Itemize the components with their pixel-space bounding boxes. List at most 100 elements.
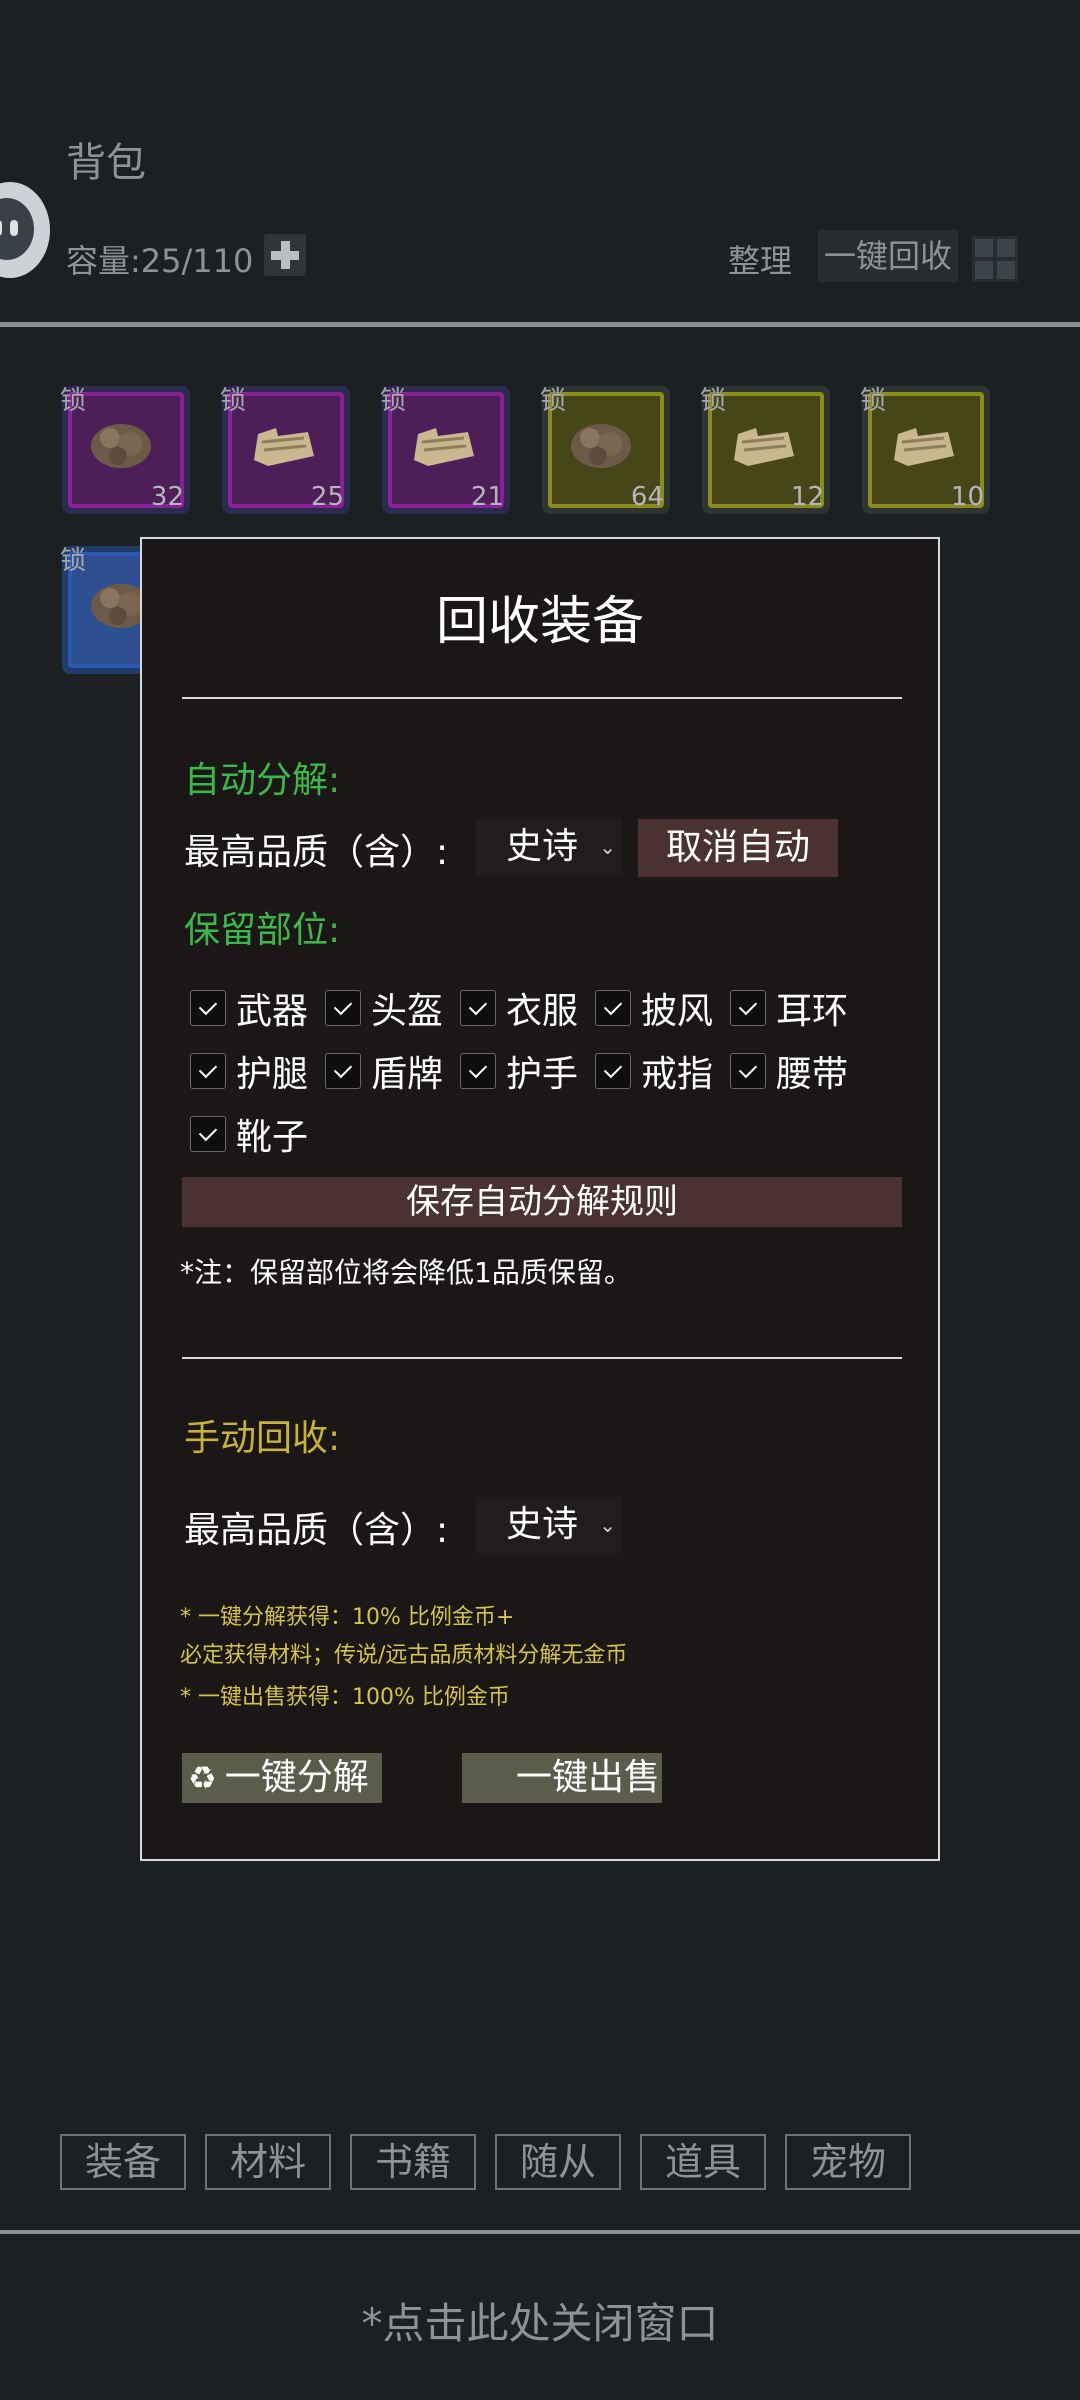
grid-view-icon[interactable] — [972, 236, 1018, 282]
item-count: 21 — [470, 482, 504, 512]
quality-label: 最高品质（含）: — [184, 1510, 449, 1551]
checkbox[interactable] — [325, 990, 361, 1026]
slot-checkbox[interactable]: 戒指 — [595, 1045, 713, 1097]
tab-followers[interactable]: 随从 — [495, 2134, 621, 2190]
check-icon — [738, 996, 758, 1016]
ore-icon — [91, 424, 151, 468]
manual-quality-value: 史诗 — [506, 1504, 579, 1545]
inventory-slot[interactable]: 锁 10 — [860, 386, 990, 514]
close-window-hint[interactable]: *点击此处关闭窗口 — [0, 2290, 1080, 2351]
sort-button[interactable]: 整理 — [728, 236, 792, 282]
divider — [0, 322, 1080, 327]
slot-label: 披风 — [641, 991, 714, 1032]
one-click-sell-button[interactable]: 一键出售 — [462, 1753, 662, 1803]
inventory-slot[interactable]: 锁 32 — [60, 386, 190, 514]
cancel-auto-button[interactable]: 取消自动 — [638, 819, 838, 877]
checkbox[interactable] — [595, 1053, 631, 1089]
check-icon — [468, 996, 488, 1016]
item-count: 10 — [950, 482, 984, 512]
recycle-equipment-dialog: 回收装备 自动分解: 最高品质（含）: 史诗 ⌄ 取消自动 保留部位: 武器 头… — [140, 537, 940, 1861]
slot-checkbox[interactable]: 靴子 — [190, 1108, 308, 1160]
slot-checkbox[interactable]: 耳环 — [730, 982, 848, 1034]
slot-checkbox[interactable]: 盾牌 — [325, 1045, 443, 1097]
inventory-slot[interactable]: 锁 25 — [220, 386, 350, 514]
chevron-down-icon: ⌄ — [599, 1513, 616, 1537]
inventory-slot[interactable]: 锁 64 — [540, 386, 670, 514]
slot-checkbox[interactable]: 衣服 — [460, 982, 578, 1034]
one-click-decompose-button[interactable]: ♻ 一键分解 — [182, 1753, 382, 1803]
lock-label[interactable]: 锁 — [540, 380, 566, 417]
check-icon — [468, 1059, 488, 1079]
one-click-recycle-button[interactable]: 一键回收 — [818, 230, 959, 282]
lock-label[interactable]: 锁 — [60, 380, 86, 417]
checkbox[interactable] — [460, 990, 496, 1026]
ore-icon — [571, 424, 631, 468]
checkbox[interactable] — [190, 990, 226, 1026]
checkbox[interactable] — [730, 990, 766, 1026]
info-text: * 一键出售获得：100% 比例金币 — [180, 1685, 510, 1710]
slot-label: 靴子 — [236, 1117, 309, 1158]
divider — [182, 1357, 902, 1359]
quality-label: 最高品质（含）: — [184, 832, 449, 873]
manual-recycle-heading: 手动回收: — [184, 1418, 341, 1459]
item-count: 32 — [150, 482, 184, 512]
slot-label: 耳环 — [776, 991, 849, 1032]
auto-quality-select[interactable]: 史诗 ⌄ — [476, 819, 622, 875]
item-count: 12 — [790, 482, 824, 512]
save-rules-button[interactable]: 保存自动分解规则 — [182, 1177, 902, 1227]
paper-icon — [254, 428, 314, 466]
checkbox[interactable] — [730, 1053, 766, 1089]
check-icon — [603, 1059, 623, 1079]
checkbox[interactable] — [190, 1116, 226, 1152]
slot-checkbox[interactable]: 披风 — [595, 982, 713, 1034]
decompose-label: 一键分解 — [224, 1757, 369, 1798]
slot-label: 衣服 — [506, 991, 579, 1032]
check-icon — [198, 1122, 218, 1142]
tab-books[interactable]: 书籍 — [350, 2134, 476, 2190]
tab-items[interactable]: 道具 — [640, 2134, 766, 2190]
chevron-down-icon: ⌄ — [599, 835, 616, 859]
expand-capacity-button[interactable] — [264, 234, 306, 276]
recycle-icon: ♻ — [188, 1759, 217, 1797]
slot-checkbox[interactable]: 武器 — [190, 982, 308, 1034]
info-text: 必定获得材料；传说/远古品质材料分解无金币 — [180, 1643, 628, 1668]
tab-pets[interactable]: 宠物 — [785, 2134, 911, 2190]
checkbox[interactable] — [325, 1053, 361, 1089]
avatar[interactable] — [0, 182, 50, 278]
slot-label: 戒指 — [641, 1054, 714, 1095]
lock-label[interactable]: 锁 — [860, 380, 886, 417]
checkbox[interactable] — [595, 990, 631, 1026]
auto-decompose-heading: 自动分解: — [184, 760, 341, 801]
manual-quality-select[interactable]: 史诗 ⌄ — [476, 1497, 622, 1553]
tab-materials[interactable]: 材料 — [205, 2134, 331, 2190]
slot-checkbox[interactable]: 腰带 — [730, 1045, 848, 1097]
checkbox[interactable] — [460, 1053, 496, 1089]
check-icon — [198, 996, 218, 1016]
info-text: * 一键分解获得：10% 比例金币+ — [180, 1605, 515, 1630]
capacity-label: 容量:25/110 — [66, 242, 254, 280]
slot-checkbox[interactable]: 头盔 — [325, 982, 443, 1034]
lock-label[interactable]: 锁 — [380, 380, 406, 417]
item-count: 25 — [310, 482, 344, 512]
check-icon — [333, 996, 353, 1016]
check-icon — [603, 996, 623, 1016]
slot-checkbox[interactable]: 护手 — [460, 1045, 578, 1097]
inventory-slot[interactable]: 锁 21 — [380, 386, 510, 514]
check-icon — [738, 1059, 758, 1079]
lock-label[interactable]: 锁 — [220, 380, 246, 417]
note-text: *注：保留部位将会降低1品质保留。 — [180, 1256, 632, 1289]
inventory-slot[interactable]: 锁 12 — [700, 386, 830, 514]
keep-slots-heading: 保留部位: — [184, 910, 341, 951]
divider — [0, 2230, 1080, 2234]
dialog-title: 回收装备 — [435, 592, 644, 652]
check-icon — [333, 1059, 353, 1079]
checkbox[interactable] — [190, 1053, 226, 1089]
tab-equipment[interactable]: 装备 — [60, 2134, 186, 2190]
check-icon — [198, 1059, 218, 1079]
divider — [182, 697, 902, 699]
paper-icon — [414, 428, 474, 466]
lock-label[interactable]: 锁 — [700, 380, 726, 417]
slot-label: 头盔 — [371, 991, 444, 1032]
lock-label[interactable]: 锁 — [60, 540, 86, 577]
slot-checkbox[interactable]: 护腿 — [190, 1045, 308, 1097]
